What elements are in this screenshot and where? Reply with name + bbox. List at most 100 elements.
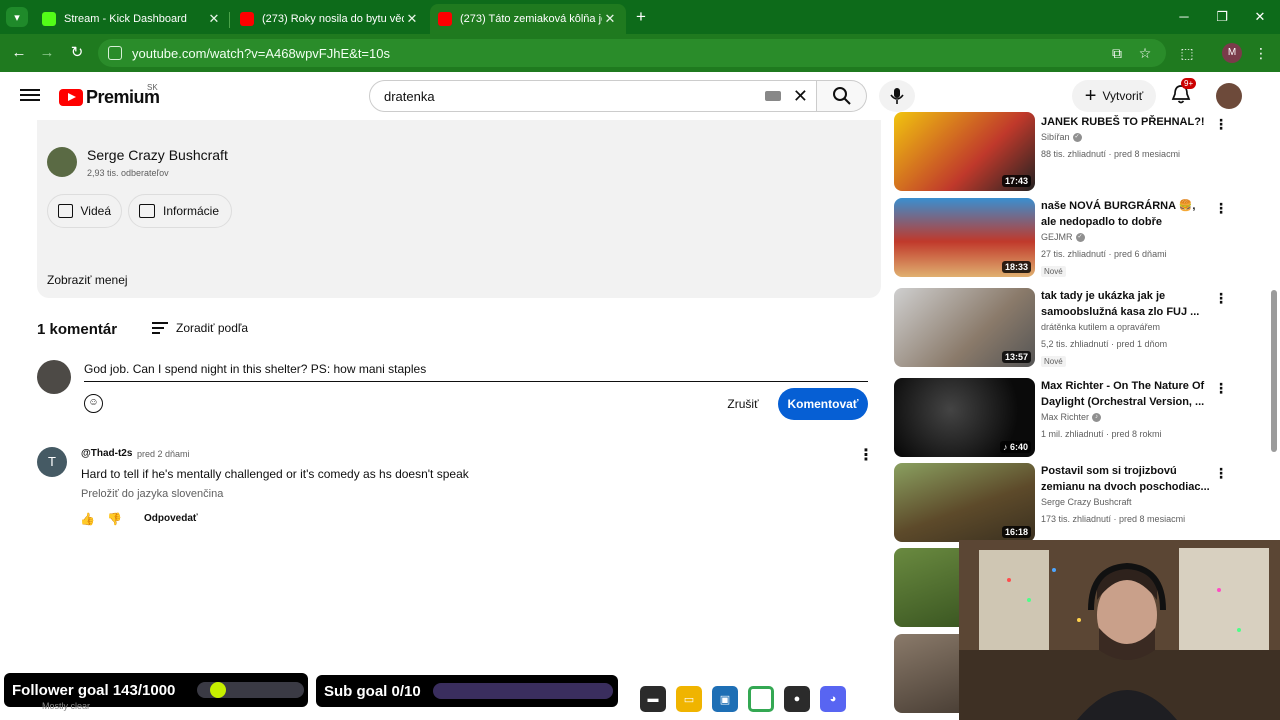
close-icon[interactable]: ✕	[404, 11, 420, 27]
comment-more-icon[interactable]: ⋮	[858, 445, 874, 465]
current-user-avatar	[37, 360, 71, 394]
commenter-avatar[interactable]: T	[37, 447, 67, 477]
comments-count: 1 komentár	[37, 321, 118, 338]
video-more-icon[interactable]: ⋮	[1214, 200, 1228, 217]
comment-input[interactable]: God job. Can I spend night in this shelt…	[84, 362, 868, 382]
voice-search-button[interactable]	[879, 80, 915, 112]
tab-youtube-1[interactable]: (273) Roky nosila do bytu věci. A ✕	[232, 4, 428, 34]
navigation-bar: ← → ↻ youtube.com/watch?v=A468wpvFJhE&t=…	[0, 34, 1280, 72]
video-title[interactable]: Postavil som si trojizbovú zemianu na dv…	[1041, 463, 1211, 495]
comment-time[interactable]: pred 2 dňami	[137, 449, 190, 459]
profile-avatar[interactable]: M	[1222, 43, 1242, 63]
channel-label: Sibířan	[1041, 132, 1070, 142]
video-thumbnail[interactable]: 16:18	[894, 463, 1035, 542]
video-meta: 1 mil. zhliadnutí · pred 8 rokmi	[1041, 429, 1162, 439]
reload-button[interactable]: ↻	[66, 42, 88, 64]
address-bar[interactable]: youtube.com/watch?v=A468wpvFJhE&t=10s	[98, 39, 1166, 67]
related-video[interactable]: 13:57 tak tady je ukázka jak je samoobsl…	[894, 288, 1228, 368]
youtube-icon	[438, 12, 452, 26]
page-scrollbar[interactable]	[1271, 290, 1277, 452]
account-avatar[interactable]	[1216, 83, 1242, 109]
tab-title: (273) Táto zemiaková kôlňa je v	[460, 13, 602, 25]
sort-by-button[interactable]: Zoradiť podľa	[152, 319, 248, 337]
back-button[interactable]: ←	[8, 42, 30, 64]
video-thumbnail[interactable]: 13:57	[894, 288, 1035, 367]
extensions-icon[interactable]: ⬚	[1176, 42, 1198, 64]
video-channel[interactable]: Serge Crazy Bushcraft	[1041, 497, 1132, 507]
close-window-button[interactable]: ✕	[1248, 8, 1272, 26]
search-button[interactable]	[817, 80, 867, 112]
video-thumbnail[interactable]: 17:43	[894, 112, 1035, 191]
video-meta: 5,2 tis. zhliadnutí · pred 1 dňom	[1041, 339, 1168, 349]
video-thumbnail[interactable]: ♪ 6:40	[894, 378, 1035, 457]
channel-avatar[interactable]	[47, 147, 77, 177]
hamburger-menu-icon[interactable]	[20, 86, 40, 106]
thumbs-up-icon[interactable]: 👍	[80, 512, 95, 526]
comment-author[interactable]: @Thad-t2s	[81, 448, 132, 459]
site-info-icon[interactable]	[108, 46, 122, 60]
tab-title: Stream - Kick Dashboard	[64, 13, 187, 25]
search-icon	[832, 87, 851, 105]
notifications-button[interactable]: 9+	[1170, 78, 1197, 107]
menu-kebab-icon[interactable]: ⋮	[1250, 42, 1272, 64]
obs-icon[interactable]: ●	[784, 686, 810, 712]
tab-youtube-2[interactable]: (273) Táto zemiaková kôlňa je v ✕	[430, 4, 626, 34]
video-title[interactable]: naše NOVÁ BURGRÁRNA 🍔, ale nedopadlo to …	[1041, 198, 1211, 230]
channel-label: GEJMR	[1041, 232, 1073, 242]
translate-link[interactable]: Preložiť do jazyka slovenčina	[81, 488, 223, 500]
forward-button[interactable]: →	[36, 42, 58, 64]
tab-kick-dashboard[interactable]: Stream - Kick Dashboard ✕	[34, 4, 230, 34]
close-icon[interactable]: ✕	[206, 11, 222, 27]
video-title[interactable]: JANEK RUBEŠ TO PŘEHNAL?!	[1041, 114, 1211, 130]
video-channel[interactable]: Max Richter ♪	[1041, 412, 1102, 423]
install-icon[interactable]: ⧉	[1106, 42, 1128, 64]
tab-search-button[interactable]: ▾	[6, 7, 28, 27]
folder-icon[interactable]: ▭	[676, 686, 702, 712]
microphone-icon	[890, 88, 904, 104]
related-video[interactable]: 17:43 JANEK RUBEŠ TO PŘEHNAL?! Sibířan ✓ …	[894, 112, 1228, 192]
about-button[interactable]: Informácie	[128, 194, 232, 228]
video-channel[interactable]: GEJMR ✓	[1041, 232, 1085, 243]
thumbs-down-icon[interactable]: 👎	[107, 512, 122, 526]
video-channel[interactable]: Sibířan ✓	[1041, 132, 1082, 143]
related-video[interactable]: ♪ 6:40 Max Richter - On The Nature Of Da…	[894, 378, 1228, 458]
terminal-icon[interactable]: ▬	[640, 686, 666, 712]
reply-button[interactable]: Odpovedať	[144, 513, 198, 524]
video-more-icon[interactable]: ⋮	[1214, 116, 1228, 133]
video-more-icon[interactable]: ⋮	[1214, 290, 1228, 307]
related-video[interactable]: 16:18 Postavil som si trojizbovú zemianu…	[894, 463, 1228, 543]
video-thumbnail[interactable]: 18:33	[894, 198, 1035, 277]
sub-goal-widget: Sub goal 0/10	[316, 675, 618, 707]
chrome-icon[interactable]	[748, 686, 774, 712]
new-tab-button[interactable]: +	[632, 7, 650, 27]
video-channel[interactable]: drátěnka kutilem a opravářem	[1041, 322, 1160, 332]
discord-icon[interactable]: ◕	[820, 686, 846, 712]
video-meta: 88 tis. zhliadnutí · pred 8 mesiacmi	[1041, 149, 1181, 159]
app-icon[interactable]: ▣	[712, 686, 738, 712]
channel-info-card: Serge Crazy Bushcraft 2,93 tis. odberate…	[37, 120, 881, 298]
restore-button[interactable]: ❐	[1210, 8, 1234, 26]
verified-icon: ✓	[1072, 133, 1082, 143]
emoji-icon[interactable]: ☺	[84, 394, 103, 413]
bookmark-star-icon[interactable]: ☆	[1134, 42, 1156, 64]
video-title[interactable]: Max Richter - On The Nature Of Daylight …	[1041, 378, 1211, 410]
related-video[interactable]: 18:33 naše NOVÁ BURGRÁRNA 🍔, ale nedopad…	[894, 198, 1228, 278]
clear-search-icon[interactable]: ✕	[793, 86, 808, 107]
youtube-play-icon	[59, 89, 83, 106]
search-input[interactable]: dratenka ✕	[369, 80, 817, 112]
keyboard-icon[interactable]	[764, 91, 781, 101]
sub-progress-bar	[433, 683, 613, 699]
comment-submit-button[interactable]: Komentovať	[778, 388, 868, 420]
video-more-icon[interactable]: ⋮	[1214, 465, 1228, 482]
channel-name[interactable]: Serge Crazy Bushcraft	[87, 147, 228, 163]
youtube-premium-logo[interactable]: Premium SK	[59, 83, 160, 108]
close-icon[interactable]: ✕	[602, 11, 618, 27]
video-title[interactable]: tak tady je ukázka jak je samoobslužná k…	[1041, 288, 1211, 320]
cancel-button[interactable]: Zrušiť	[718, 388, 768, 420]
comment-text: Hard to tell if he's mentally challenged…	[81, 467, 469, 481]
videos-button[interactable]: Videá	[47, 194, 122, 228]
video-more-icon[interactable]: ⋮	[1214, 380, 1228, 397]
show-less-button[interactable]: Zobraziť menej	[47, 273, 128, 287]
create-button[interactable]: + Vytvoriť	[1072, 80, 1156, 112]
minimize-button[interactable]: ─	[1172, 8, 1196, 26]
